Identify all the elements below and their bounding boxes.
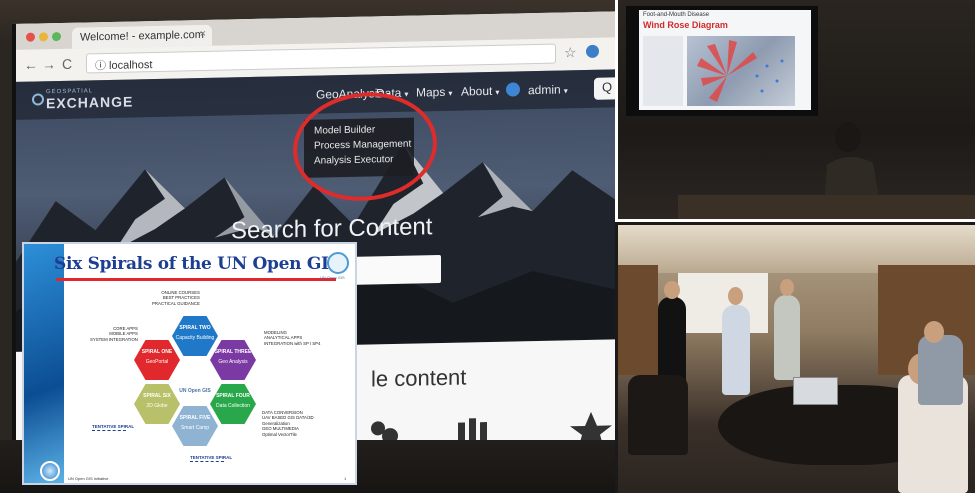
monitor-sidebar: [643, 36, 683, 106]
person-head: [728, 287, 743, 305]
note-line: SYSTEM INTEGRATION: [90, 336, 138, 342]
hero-headline: Search for Content: [231, 213, 433, 245]
user-name: admin: [528, 82, 561, 98]
slide-page-number: 1: [344, 476, 347, 481]
un-emblem-label: UN Open GIS: [320, 275, 345, 280]
caret-down-icon: ▾: [563, 86, 568, 96]
hex-label: SPIRAL FIVE: [179, 415, 211, 421]
hex-label: SPIRAL SIX: [143, 393, 171, 399]
hex-spiral-six: SPIRAL SIX 2D Globe: [134, 384, 180, 424]
menu-about[interactable]: About ▾: [461, 84, 499, 99]
menu-label: Maps: [416, 84, 446, 100]
browser-tab[interactable]: Welcome! - example.com ×: [72, 24, 212, 49]
tentative-label-bottom: TENTATIVE SPIRAL: [190, 455, 233, 460]
slide-title-underline: [56, 278, 336, 281]
main-photo-projected-browser: Welcome! - example.com × ← → C ⓘ localho…: [0, 0, 615, 493]
section-headline: le content: [371, 364, 467, 392]
caret-down-icon: ▾: [448, 88, 453, 98]
standing-person: [722, 305, 750, 395]
wall-monitor: Foot-and-Mouth Disease Wind Rose Diagram: [626, 6, 818, 116]
note-line: INTEGRATION with SP I SP4: [264, 340, 321, 346]
hex-spiral-two: SPIRAL TWO Capacity Building: [172, 316, 218, 356]
hex-label: SPIRAL THREE: [214, 349, 252, 355]
photo-meeting-room: [618, 225, 975, 493]
hex-center-un-open-gis: UN Open GIS: [172, 362, 218, 402]
person-head: [664, 281, 680, 299]
caret-down-icon: ▾: [495, 87, 500, 97]
power-icon[interactable]: [506, 82, 520, 97]
hex-center-label: UN Open GIS: [179, 388, 211, 394]
inset-slide: Six Spirals of the UN Open GIS UN Open G…: [22, 242, 357, 485]
user-menu[interactable]: admin ▾: [528, 82, 568, 98]
seated-person: [918, 335, 963, 405]
site-logo[interactable]: GEOSPATIAL EXCHANGE: [32, 87, 134, 113]
wind-rose-graphic: [697, 40, 784, 102]
logo-text: EXCHANGE: [46, 93, 134, 112]
hex-spiral-five: SPIRAL FIVE Smart Camp: [172, 406, 218, 446]
note-top: ONLINE COURSES BEST PRACTICES PRACTICAL …: [152, 290, 200, 306]
person-head: [924, 321, 944, 343]
bookmark-star-icon[interactable]: ☆: [564, 44, 577, 61]
caret-down-icon: ▾: [404, 89, 409, 99]
monitor-screen: Foot-and-Mouth Disease Wind Rose Diagram: [639, 10, 811, 110]
note-left: CORE APPS MOBILE APPS SYSTEM INTEGRATION: [90, 326, 138, 342]
hex-label: SPIRAL ONE: [141, 349, 173, 355]
monitor-header: Foot-and-Mouth Disease: [643, 12, 710, 18]
standing-person: [658, 297, 686, 387]
hex-sub: Capacity Building: [175, 335, 215, 341]
note-right: MODELING ANALYTICAL APPS INTEGRATION wit…: [264, 330, 320, 346]
wood-panel: [618, 265, 658, 375]
hex-label: SPIRAL FOUR: [216, 393, 250, 399]
chair: [628, 375, 688, 455]
hex-spiral-three: SPIRAL THREE Geo Analysis: [210, 340, 256, 380]
menu-maps[interactable]: Maps ▾: [416, 85, 452, 100]
tab-title: Welcome! - example.com: [80, 28, 204, 44]
note-line: PRACTICAL GUIDANCE: [152, 300, 200, 306]
monitor-map: [687, 36, 795, 106]
slide-title: Six Spirals of the UN Open GIS: [54, 254, 341, 274]
extension-icon[interactable]: [586, 44, 599, 58]
photo-presentation-room: Foot-and-Mouth Disease Wind Rose Diagram: [615, 0, 975, 222]
laptop: [793, 377, 838, 405]
un-emblem-icon: [327, 252, 349, 274]
hex-sub: GeoPortal: [145, 359, 169, 365]
tentative-underline: [92, 430, 126, 431]
slide-footer: UN Open GIS Initiative: [68, 476, 109, 481]
desk: [678, 195, 975, 219]
hex-label: SPIRAL TWO: [179, 325, 211, 331]
back-arrow-icon[interactable]: ←: [24, 56, 38, 72]
standing-person: [774, 295, 800, 380]
minimize-window-dot[interactable]: [39, 32, 48, 42]
hex-sub: Geo Analysis: [218, 359, 248, 365]
hex-spiral-four: SPIRAL FOUR Data Collection: [210, 384, 256, 424]
site-search-button[interactable]: Q: [594, 76, 615, 100]
menu-label: About: [461, 83, 493, 99]
forward-arrow-icon[interactable]: →: [42, 56, 56, 72]
hex-sub: 2D Globe: [146, 403, 168, 409]
url-field[interactable]: ⓘ localhost: [86, 43, 556, 74]
maximize-window-dot[interactable]: [52, 31, 61, 42]
hex-sub: Smart Camp: [180, 425, 210, 431]
note-bottom-right: DATA CONVERSION UAV BASED GIS DATA/3D Ge…: [262, 410, 314, 437]
note-line: Optimal VectorTile: [262, 431, 297, 437]
hex-sub: Data Collection: [216, 403, 250, 409]
globe-logo-icon: [32, 93, 44, 106]
globe-icon: [40, 461, 60, 481]
close-window-dot[interactable]: [26, 32, 35, 42]
tentative-label-left: TENTATIVE SPIRAL: [92, 424, 135, 429]
tentative-underline: [190, 461, 224, 462]
hex-spiral-one: SPIRAL ONE GeoPortal: [134, 340, 180, 380]
tab-close-icon[interactable]: ×: [200, 28, 206, 40]
reload-icon[interactable]: C: [62, 56, 72, 72]
monitor-title: Wind Rose Diagram: [643, 20, 728, 30]
person-head: [780, 279, 794, 296]
photo-collage: Welcome! - example.com × ← → C ⓘ localho…: [0, 0, 975, 493]
